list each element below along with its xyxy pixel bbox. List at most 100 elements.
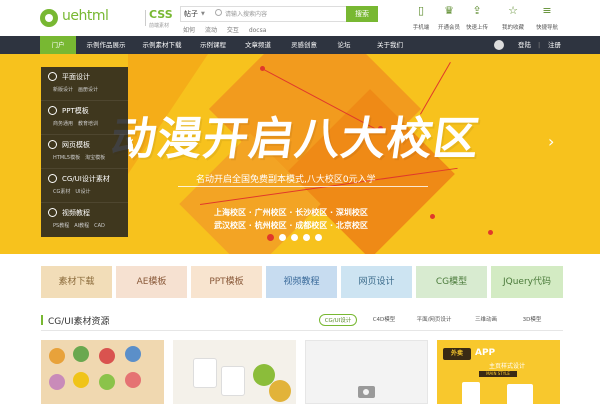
nav-item-courses[interactable]: 示例课程 bbox=[194, 36, 232, 54]
character-icon bbox=[73, 372, 89, 388]
search-button[interactable]: 搜索 bbox=[346, 6, 378, 22]
tool-label: 快速上传 bbox=[465, 25, 488, 31]
star-icon: ☆ bbox=[508, 4, 518, 17]
ppt-icon bbox=[48, 106, 57, 115]
resource-card[interactable] bbox=[41, 340, 164, 404]
banner-campus-row: 武汉校区 · 杭州校区 · 成都校区 · 北京校区 bbox=[214, 221, 368, 230]
banner-subtitle: 名动开启全国免费副本模式,八大校区0元入学 bbox=[196, 175, 376, 185]
menu-sub-link[interactable]: 淘宝模板 bbox=[85, 155, 105, 161]
nav-item-inspiration[interactable]: 灵感创意 bbox=[284, 36, 324, 54]
upload-tool[interactable]: ⇪ 快速上传 bbox=[462, 4, 492, 31]
nav-item-showcase[interactable]: 示例作品展示 bbox=[80, 36, 132, 54]
tag-button[interactable]: JQuery代码 bbox=[491, 266, 563, 298]
menu-title: CG/UI设计素材 bbox=[62, 175, 110, 183]
camera-icon bbox=[358, 386, 375, 398]
tool-label: 快捷导航 bbox=[535, 25, 558, 31]
banner-next-button[interactable]: › bbox=[548, 132, 554, 151]
slide-dot[interactable] bbox=[279, 234, 286, 241]
logo-text: uehtml bbox=[62, 8, 109, 24]
tag-button[interactable]: AE模板 bbox=[116, 266, 187, 298]
code-icon bbox=[48, 140, 57, 149]
menu-item-ppt[interactable]: PPT模板 商务通用 教育培训 bbox=[41, 101, 128, 135]
section-title: CG/UI素材资源 bbox=[48, 317, 110, 327]
logo-mark-icon bbox=[40, 9, 58, 27]
character-icon bbox=[125, 372, 141, 388]
banner-prev-button[interactable]: ‹ bbox=[128, 132, 134, 151]
search-type-select[interactable]: 帖子 bbox=[184, 9, 198, 19]
hot-search-link[interactable]: docsa bbox=[249, 27, 267, 34]
hot-search-link[interactable]: 流动 bbox=[205, 27, 217, 34]
nav-item-downloads[interactable]: 示例素材下载 bbox=[136, 36, 188, 54]
slide-dot[interactable] bbox=[291, 234, 298, 241]
nav-item-articles[interactable]: 文章频道 bbox=[238, 36, 278, 54]
register-link[interactable]: 注册 bbox=[548, 36, 561, 54]
menu-item-web-template[interactable]: 网页模板 HTML5模板 淘宝模板 bbox=[41, 135, 128, 169]
menu-sub-link[interactable]: CG素材 bbox=[53, 189, 70, 195]
hot-search-link[interactable]: 如何 bbox=[183, 27, 195, 34]
section-tab[interactable]: C4D模型 bbox=[367, 314, 401, 326]
mobile-icon: ▯ bbox=[417, 4, 425, 17]
glass-jar-image bbox=[193, 358, 217, 388]
vip-tool[interactable]: ♛ 开通会员 bbox=[434, 4, 464, 31]
menu-title: 视频教程 bbox=[62, 209, 90, 217]
site-header: uehtml CSS 前端素材 帖子 ▼ 搜索 如何 流动 交互 docsa ▯… bbox=[0, 0, 600, 36]
section-tab[interactable]: 3D模型 bbox=[517, 314, 547, 326]
character-icon bbox=[99, 374, 115, 390]
menu-item-graphic-design[interactable]: 平面设计 新版设计 画册设计 bbox=[41, 67, 128, 101]
resource-card[interactable] bbox=[305, 340, 428, 404]
crown-icon: ♛ bbox=[444, 4, 454, 17]
menu-sub-link[interactable]: HTML5模板 bbox=[53, 155, 80, 161]
nav-item-home[interactable]: 门户 bbox=[40, 36, 76, 54]
menu-item-video[interactable]: 视频教程 PS教程 AI教程 CAD bbox=[41, 203, 128, 237]
menu-sub-link[interactable]: PS教程 bbox=[53, 223, 69, 229]
site-logo[interactable]: uehtml CSS 前端素材 bbox=[40, 7, 173, 31]
nav-item-forum[interactable]: 论坛 bbox=[332, 36, 356, 54]
search-input[interactable] bbox=[225, 9, 325, 19]
nav-item-about[interactable]: 关于我们 bbox=[370, 36, 410, 54]
resource-card[interactable]: 外卖 APP 主页样式设计 MAIN STYLE DESIGN bbox=[437, 340, 560, 404]
category-menu: 平面设计 新版设计 画册设计 PPT模板 商务通用 教育培训 网页模板 HTML5模… bbox=[41, 67, 128, 237]
resource-card[interactable] bbox=[173, 340, 296, 404]
login-link[interactable]: 登陆 bbox=[518, 36, 531, 54]
menu-sub-link[interactable]: 商务通用 bbox=[53, 121, 73, 127]
chevron-down-icon[interactable]: ▼ bbox=[201, 11, 205, 17]
menu-sub-link[interactable]: 新版设计 bbox=[53, 87, 73, 93]
banner-headline: 动漫开启八大校区 bbox=[107, 112, 484, 165]
tag-button[interactable]: 视频教程 bbox=[266, 266, 337, 298]
section-tab[interactable]: 三维动画 bbox=[471, 314, 501, 326]
menu-icon: ≡ bbox=[542, 4, 552, 17]
menu-sub-link[interactable]: UI设计 bbox=[75, 189, 90, 195]
fruit-image bbox=[269, 380, 291, 402]
menu-item-cg-ui[interactable]: CG/UI设计素材 CG素材 UI设计 bbox=[41, 169, 128, 203]
avatar[interactable] bbox=[494, 40, 504, 50]
quick-nav-tool[interactable]: ≡ 快捷导航 bbox=[532, 4, 562, 31]
menu-title: 平面设计 bbox=[62, 73, 90, 81]
menu-sub-link[interactable]: 画册设计 bbox=[78, 87, 98, 93]
tool-label: 手机端 bbox=[412, 25, 430, 31]
tag-button[interactable]: 素材下载 bbox=[41, 266, 112, 298]
slide-dot[interactable] bbox=[267, 234, 274, 241]
ui-icon bbox=[48, 174, 57, 183]
menu-sub-link[interactable]: AI教程 bbox=[74, 223, 89, 229]
menu-sub-link[interactable]: 教育培训 bbox=[78, 121, 98, 127]
search-icon bbox=[215, 9, 222, 16]
phone-mockup bbox=[462, 382, 480, 404]
app-tagline: MAIN STYLE DESIGN bbox=[479, 371, 517, 382]
section-tab[interactable]: 平面/网页设计 bbox=[409, 314, 459, 326]
tag-button[interactable]: 网页设计 bbox=[341, 266, 412, 298]
mobile-tool[interactable]: ▯ 手机端 bbox=[406, 4, 436, 31]
glass-jar-image bbox=[221, 366, 245, 396]
section-tab[interactable]: CG/UI设计 bbox=[319, 314, 357, 326]
phone-mockup bbox=[507, 384, 533, 404]
tool-label: 我的收藏 bbox=[501, 25, 524, 31]
character-icon bbox=[49, 348, 65, 364]
menu-sub-link[interactable]: CAD bbox=[94, 223, 105, 229]
tag-button[interactable]: CG模型 bbox=[416, 266, 487, 298]
hot-search-link[interactable]: 交互 bbox=[227, 27, 239, 34]
slide-dot[interactable] bbox=[315, 234, 322, 241]
palette-icon bbox=[48, 72, 57, 81]
tag-button[interactable]: PPT模板 bbox=[191, 266, 262, 298]
slide-dot[interactable] bbox=[303, 234, 310, 241]
menu-title: PPT模板 bbox=[62, 107, 89, 115]
favorites-tool[interactable]: ☆ 我的收藏 bbox=[498, 4, 528, 31]
